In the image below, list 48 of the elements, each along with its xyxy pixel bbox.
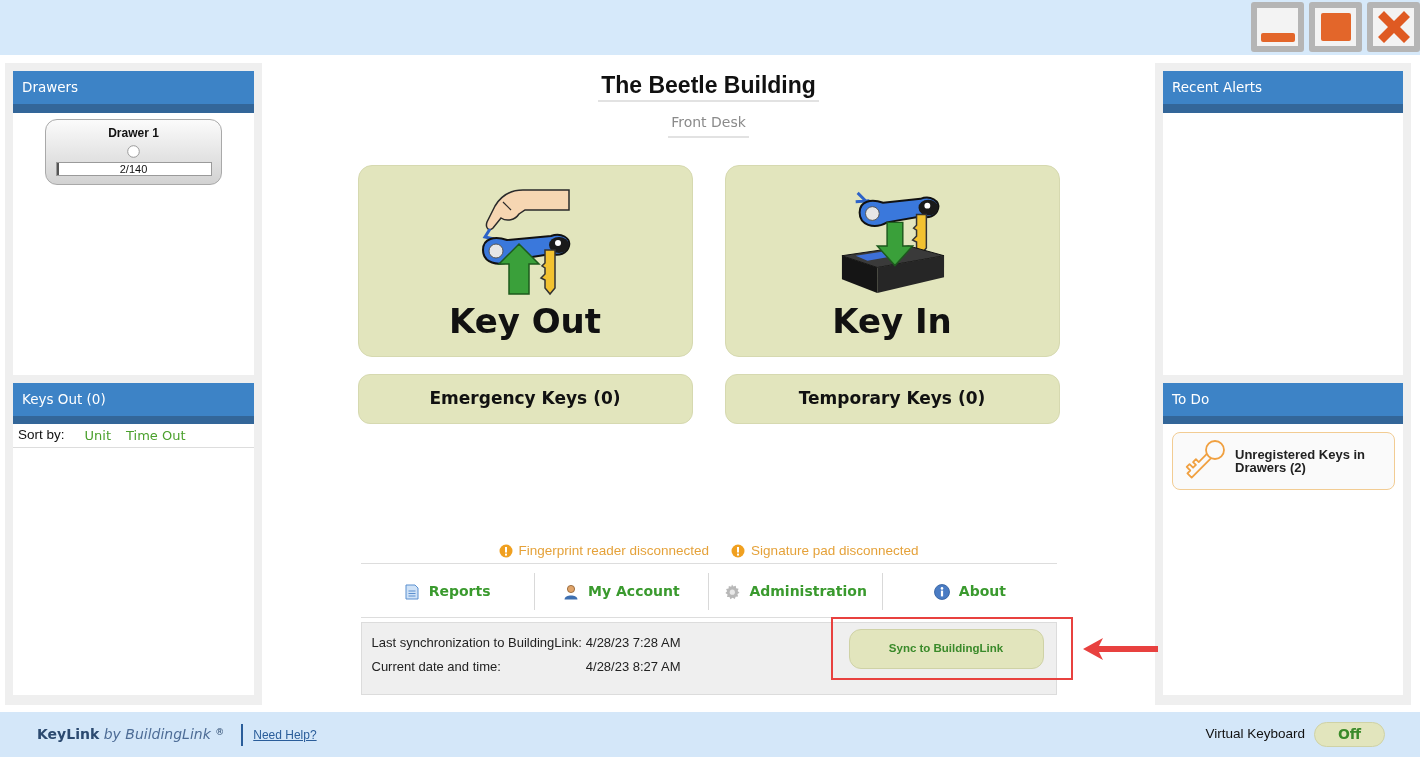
panel-header: Keys Out (0) — [13, 383, 254, 424]
building-title: The Beetle Building — [598, 70, 819, 102]
sync-label: Current date and time: — [371, 658, 502, 676]
key-in-button[interactable]: Key In — [724, 165, 1060, 357]
todo-item[interactable]: Unregistered Keys in Drawers (2) — [1172, 432, 1395, 490]
maximize-icon — [1320, 13, 1351, 41]
left-arrow-icon — [1082, 638, 1158, 660]
sort-link[interactable]: Time Out — [126, 425, 186, 446]
maximize-button[interactable] — [1309, 2, 1362, 52]
warning-text: Fingerprint reader disconnected — [518, 541, 710, 560]
sort-label: Sort by: — [18, 426, 65, 445]
key-out-button[interactable]: Key Out — [357, 165, 693, 357]
sync-label: Last synchronization to BuildingLink: — [371, 634, 582, 652]
close-icon — [1377, 11, 1410, 43]
sync-value: 4/28/23 7:28 AM — [585, 634, 681, 652]
administration-link[interactable]: Administration — [724, 581, 867, 602]
key-list-button[interactable]: Temporary Keys (0) — [724, 374, 1060, 424]
warning-icon — [731, 544, 746, 558]
document-icon — [403, 583, 420, 600]
drawer-name: Drawer 1 — [108, 126, 159, 140]
warning-icon — [498, 544, 513, 558]
drawer-count: 2/140 — [119, 163, 148, 175]
drawer-tile[interactable]: Drawer 1 2/140 — [45, 119, 222, 185]
my-account-link[interactable]: My Account — [563, 581, 680, 602]
hand-key-up-arrow-icon — [479, 188, 571, 296]
sort-link[interactable]: Unit — [84, 425, 111, 446]
sync-button[interactable]: Sync to BuildingLink — [848, 629, 1044, 669]
keyboard-toggle[interactable]: Off — [1314, 722, 1385, 747]
person-icon — [563, 583, 580, 600]
about-link[interactable]: About — [933, 581, 1006, 602]
help-link[interactable]: Need Help? — [253, 725, 317, 744]
info-icon — [933, 583, 950, 600]
key-list-button[interactable]: Emergency Keys (0) — [357, 374, 693, 424]
panel-header: Recent Alerts — [1163, 71, 1403, 113]
close-button[interactable] — [1367, 2, 1420, 52]
sync-value: 4/28/23 8:27 AM — [585, 658, 681, 676]
todo-text: Unregistered Keys in Drawers (2) — [1235, 448, 1367, 474]
reports-link[interactable]: Reports — [403, 581, 491, 602]
panel-header: Drawers — [13, 71, 254, 113]
panel-header: To Do — [1163, 383, 1403, 424]
location-label: Front Desk — [668, 112, 749, 138]
status-light-icon — [127, 145, 140, 158]
virtual-keyboard-label: Virtual Keyboard — [1205, 725, 1305, 744]
minimize-button[interactable] — [1251, 2, 1304, 52]
warning-text: Signature pad disconnected — [751, 541, 919, 560]
gear-icon — [724, 583, 741, 600]
brand-logo: KeyLink by BuildingLink $^{®}$ — [37, 725, 225, 744]
minimize-icon — [1260, 33, 1295, 42]
